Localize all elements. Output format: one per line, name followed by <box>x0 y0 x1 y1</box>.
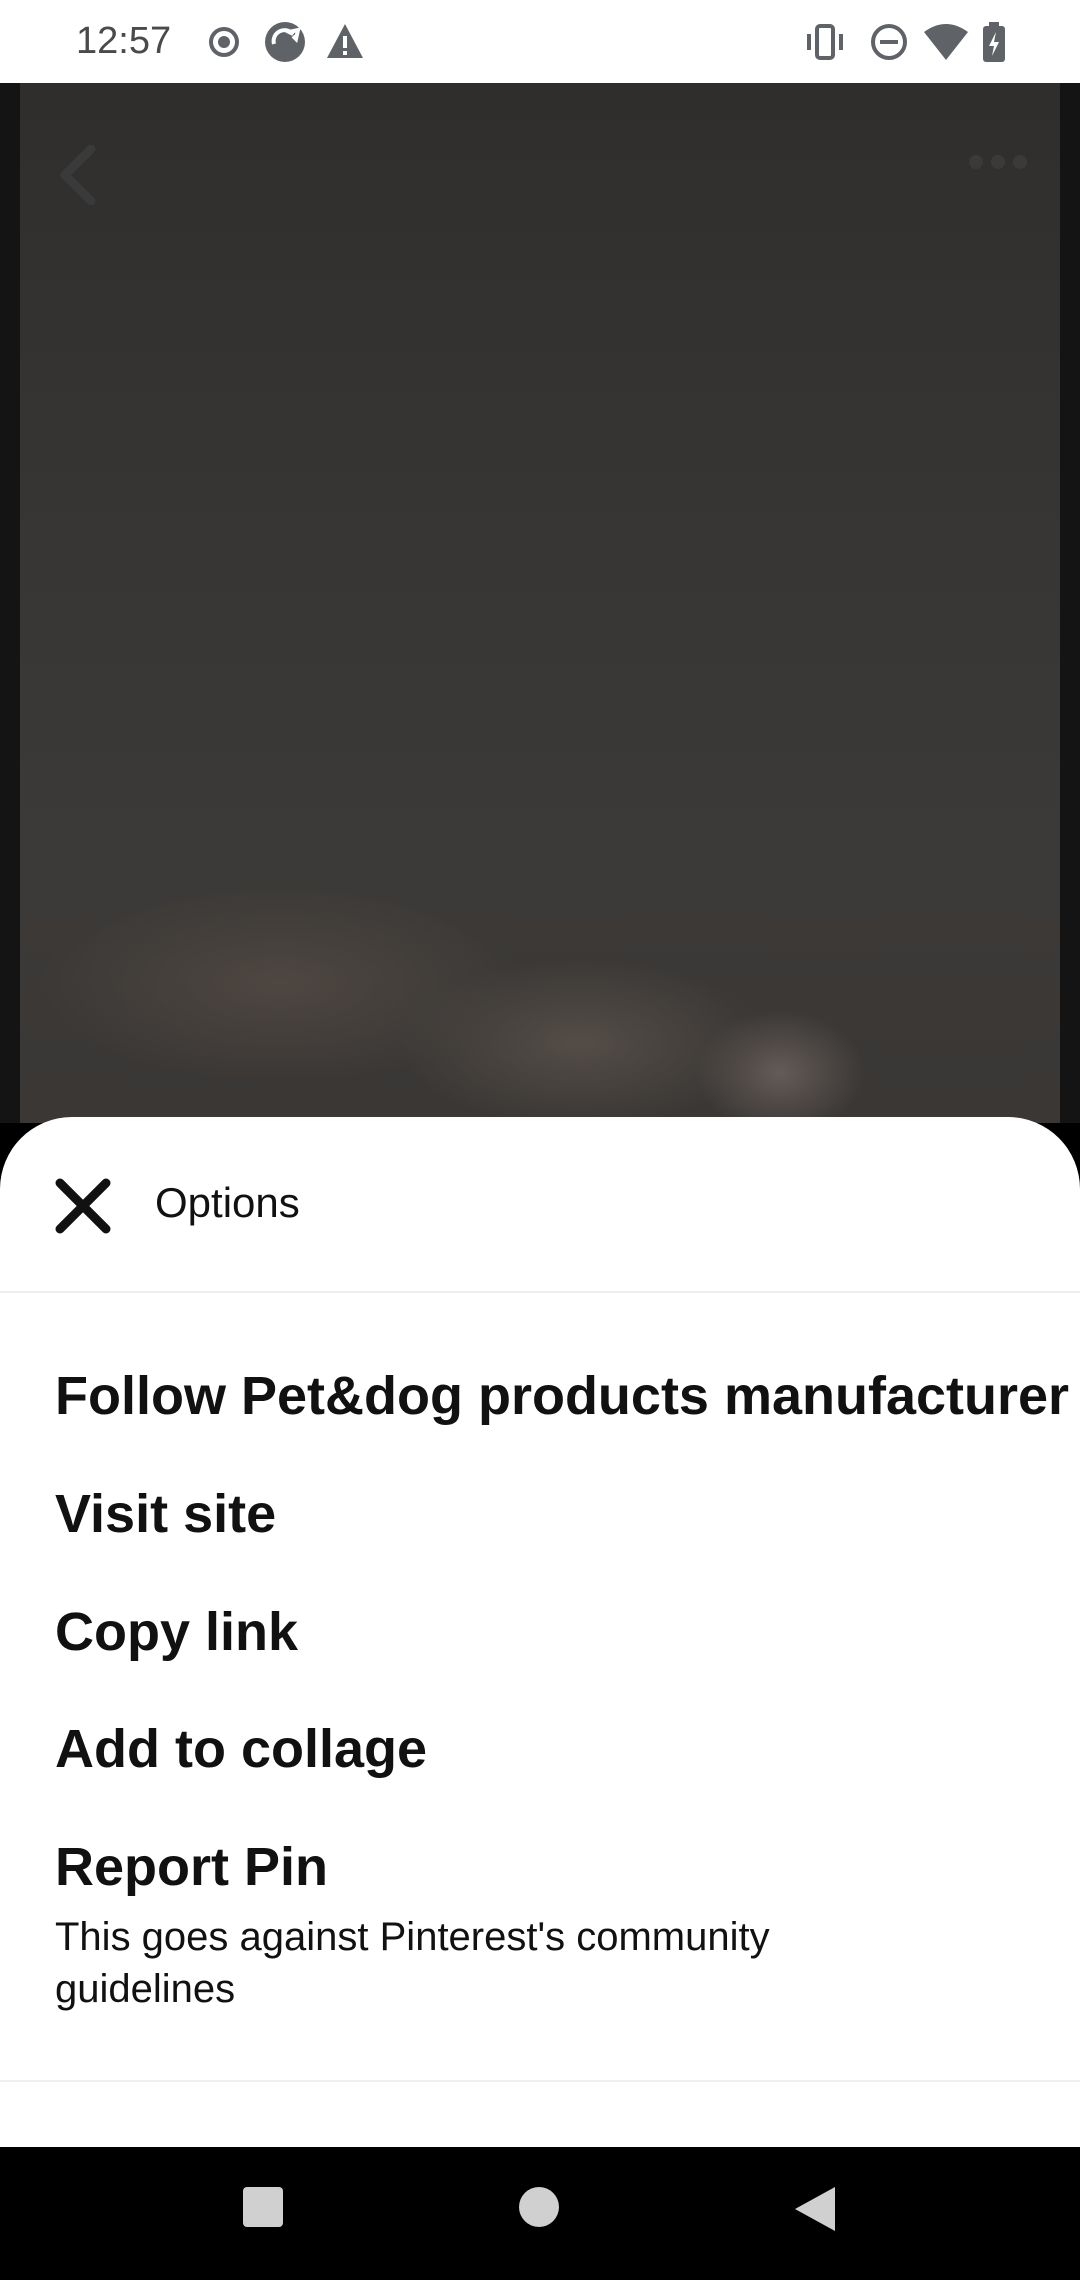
sheet-title: Options <box>155 1179 300 1226</box>
follow-creator-option[interactable]: Follow Pet&dog products manufacturer <box>55 1365 1069 1427</box>
close-icon[interactable] <box>50 1173 116 1239</box>
recents-square-icon[interactable] <box>241 2185 285 2234</box>
more-horizontal-icon[interactable] <box>968 150 1028 179</box>
record-icon <box>207 20 241 69</box>
do-not-disturb-icon <box>867 20 911 69</box>
status-bar: 12:57 <box>0 0 1080 83</box>
warning-icon <box>325 20 365 69</box>
home-circle-icon[interactable] <box>517 2185 561 2234</box>
copy-link-option[interactable]: Copy link <box>55 1601 298 1663</box>
options-sheet: Options Follow Pet&dog products manufact… <box>0 1117 1080 2147</box>
vibrate-icon <box>803 20 847 69</box>
report-pin-subtitle: This goes against Pinterest's community … <box>55 1915 770 2011</box>
sheet-header: Options <box>0 1117 1080 1293</box>
pin-image <box>20 83 1060 1123</box>
add-to-collage-option[interactable]: Add to collage <box>55 1718 427 1780</box>
visit-site-option[interactable]: Visit site <box>55 1483 276 1545</box>
status-time: 12:57 <box>76 20 172 62</box>
wifi-icon <box>922 20 970 69</box>
report-pin-option[interactable]: Report Pin <box>55 1836 328 1898</box>
sync-icon <box>262 20 308 69</box>
chevron-left-icon[interactable] <box>55 144 105 210</box>
sheet-divider <box>0 2080 1080 2082</box>
back-triangle-icon[interactable] <box>793 2185 837 2238</box>
battery-charging-icon <box>980 20 1008 69</box>
pin-background <box>0 83 1080 1123</box>
navigation-bar <box>0 2147 1080 2280</box>
